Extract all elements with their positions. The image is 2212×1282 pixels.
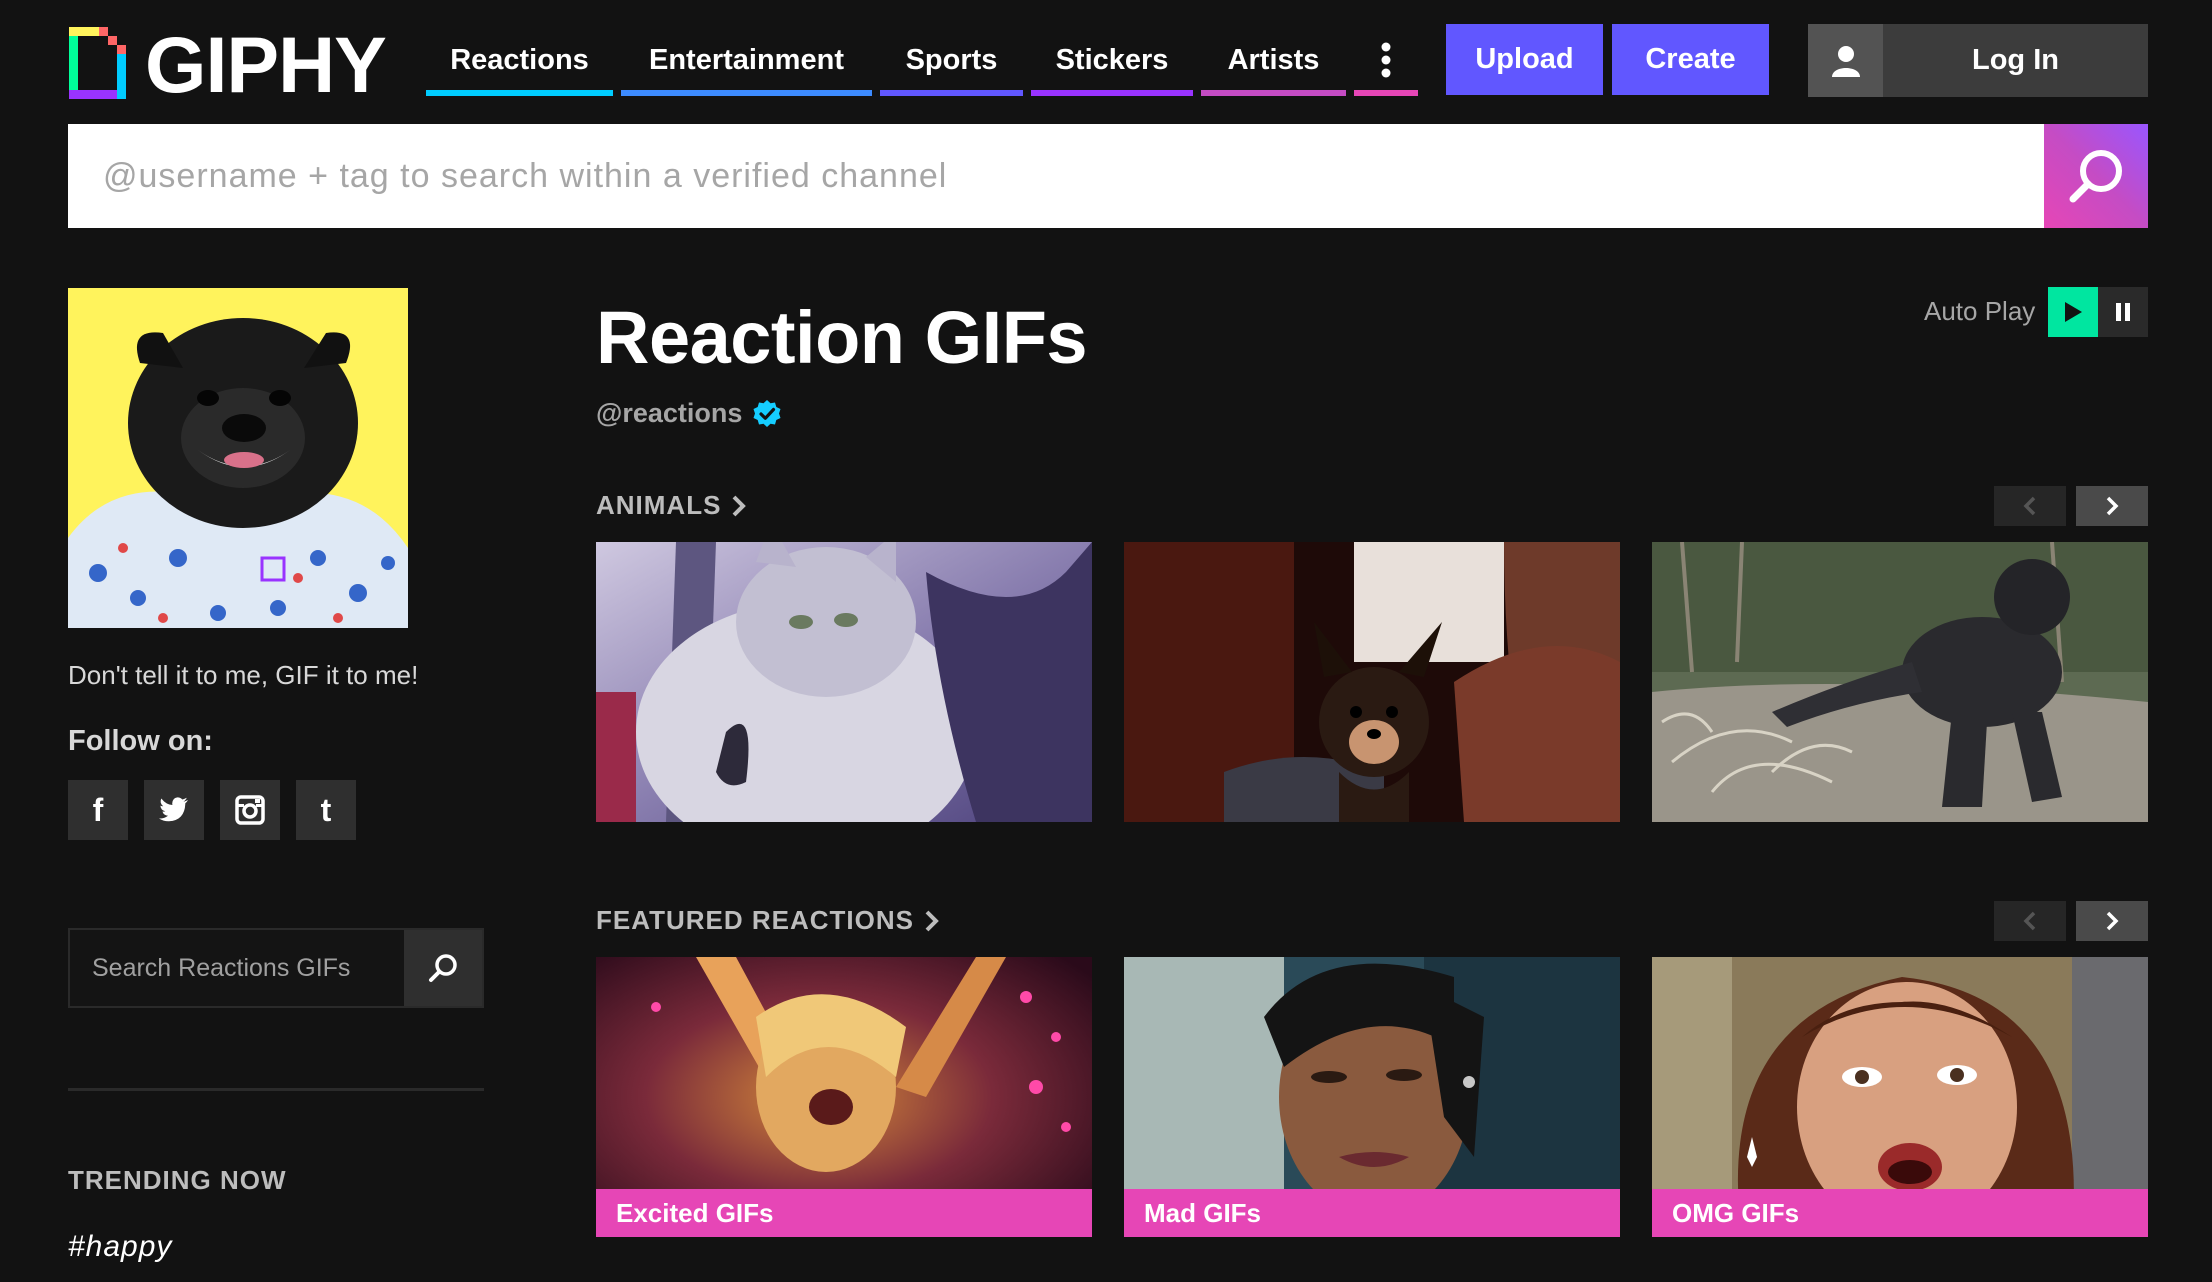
- chevron-right-icon: [925, 910, 939, 931]
- user-icon: [1808, 24, 1883, 97]
- gif-thumbnail-gorilla[interactable]: [1652, 542, 2148, 822]
- nav-stickers[interactable]: Stickers: [1031, 24, 1193, 96]
- login-label: Log In: [1972, 44, 2059, 76]
- verified-badge-icon: [753, 399, 781, 427]
- carousel-prev-button[interactable]: [1994, 486, 2066, 526]
- nav-artists[interactable]: Artists: [1201, 24, 1346, 96]
- gif-thumbnail-kitten[interactable]: [596, 542, 1092, 822]
- more-vertical-icon: [1381, 42, 1391, 78]
- page-title: Reaction GIFs: [596, 296, 1088, 379]
- trending-tag[interactable]: #happy: [68, 1230, 172, 1264]
- section-title-animals[interactable]: ANIMALS: [596, 490, 747, 521]
- channel-search-button[interactable]: [404, 930, 482, 1006]
- autoplay-play-button[interactable]: [2048, 287, 2098, 337]
- follow-on-label: Follow on:: [68, 725, 213, 757]
- nav-reactions-label: Reactions: [450, 43, 589, 76]
- gif-card-excited[interactable]: Excited GIFs: [596, 957, 1092, 1237]
- twitter-icon: [159, 797, 188, 822]
- sidebar-divider: [68, 1088, 484, 1091]
- nav-sports-label: Sports: [905, 43, 998, 76]
- pause-icon: [2116, 303, 2130, 321]
- gif-caption: OMG GIFs: [1652, 1189, 2148, 1237]
- search-icon: [429, 954, 457, 982]
- giphy-logo-icon[interactable]: [69, 27, 126, 99]
- nav-underline: [1201, 90, 1346, 96]
- nav-underline: [426, 90, 613, 96]
- autoplay-label: Auto Play: [1924, 296, 2036, 326]
- instagram-button[interactable]: [220, 780, 280, 840]
- channel-tagline: Don't tell it to me, GIF it to me!: [68, 660, 419, 690]
- trending-now-title: TRENDING NOW: [68, 1165, 287, 1195]
- upload-button[interactable]: Upload: [1446, 24, 1603, 95]
- chevron-left-icon: [2023, 496, 2036, 516]
- gif-card-mad[interactable]: Mad GIFs: [1124, 957, 1620, 1237]
- gif-caption: Mad GIFs: [1124, 1189, 1620, 1237]
- channel-handle-text: @reactions: [596, 398, 743, 428]
- nav-sports[interactable]: Sports: [880, 24, 1023, 96]
- nav-underline: [621, 90, 872, 96]
- gif-card-omg[interactable]: OMG GIFs: [1652, 957, 2148, 1237]
- nav-more[interactable]: [1354, 24, 1418, 96]
- channel-handle: @reactions: [596, 398, 782, 429]
- search-input[interactable]: [68, 124, 2044, 228]
- nav-reactions[interactable]: Reactions: [426, 24, 613, 96]
- section-title-featured-reactions[interactable]: FEATURED REACTIONS: [596, 905, 940, 936]
- facebook-button[interactable]: f: [68, 780, 128, 840]
- instagram-icon: [235, 795, 265, 825]
- search-bar: [68, 124, 2044, 228]
- gif-caption: Excited GIFs: [596, 1189, 1092, 1237]
- login-button[interactable]: Log In: [1808, 24, 2148, 97]
- twitter-button[interactable]: [144, 780, 204, 840]
- nav-entertainment[interactable]: Entertainment: [621, 24, 872, 96]
- nav-stickers-label: Stickers: [1055, 43, 1169, 76]
- gif-thumbnail-chihuahua[interactable]: [1124, 542, 1620, 822]
- autoplay-pause-button[interactable]: [2098, 287, 2148, 337]
- search-button[interactable]: [2044, 124, 2148, 228]
- carousel-next-button[interactable]: [2076, 901, 2148, 941]
- giphy-logo-text[interactable]: GIPHY: [145, 20, 387, 110]
- channel-search: [68, 928, 484, 1008]
- chevron-right-icon: [2106, 496, 2119, 516]
- nav-underline: [1354, 90, 1418, 96]
- nav-underline: [880, 90, 1023, 96]
- tumblr-icon: t: [320, 791, 332, 828]
- play-icon: [2065, 302, 2082, 322]
- section-title-text: FEATURED REACTIONS: [596, 905, 914, 935]
- chevron-left-icon: [2023, 911, 2036, 931]
- chevron-right-icon: [733, 495, 747, 516]
- channel-search-input[interactable]: [70, 930, 406, 1006]
- tumblr-button[interactable]: t: [296, 780, 356, 840]
- create-button[interactable]: Create: [1612, 24, 1769, 95]
- section-title-text: ANIMALS: [596, 490, 722, 520]
- carousel-prev-button[interactable]: [1994, 901, 2066, 941]
- nav-entertainment-label: Entertainment: [649, 43, 844, 76]
- facebook-icon: f: [92, 791, 104, 828]
- chevron-right-icon: [2106, 911, 2119, 931]
- nav-artists-label: Artists: [1227, 43, 1320, 76]
- channel-avatar: [68, 288, 408, 628]
- search-icon: [2069, 150, 2122, 203]
- nav-underline: [1031, 90, 1193, 96]
- carousel-next-button[interactable]: [2076, 486, 2148, 526]
